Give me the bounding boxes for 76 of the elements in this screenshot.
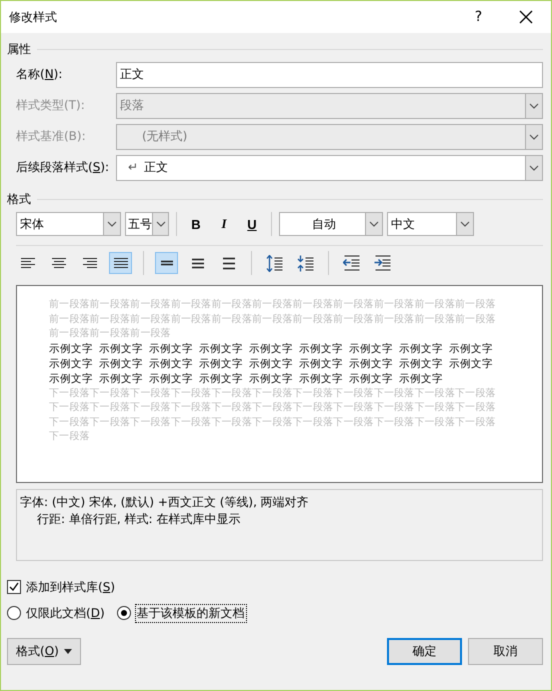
dialog-button[interactable]: 取消 [468,638,543,665]
chevron-down-icon [529,102,539,108]
space-increase-icon [266,254,283,272]
font-dropdown[interactable]: 宋体 [16,212,121,236]
sample-text: 示例文字 [299,356,343,372]
sample-text: 示例文字 [99,372,143,386]
window-title: 修改样式 [9,8,58,26]
sample-text: 示例文字 [249,356,293,372]
format-menu-button[interactable]: 格式(O) [7,638,81,665]
language-dropdown[interactable]: 中文 [387,212,474,236]
align-right-icon [82,257,96,269]
dialog-button[interactable]: 确定 [387,638,462,665]
chevron-down-icon [529,164,539,170]
sample-text: 示例文字 [149,372,193,386]
chevron-down-icon [156,221,166,227]
chevron-down-icon [369,221,379,227]
next-paragraph-text: 下一段落下一段落下一段落下一段落下一段落下一段落下一段落下一段落下一段落下一段落下一段落下一段落下一段落下一段落下一段落下一段落下一段落下一段落下一段落下一段落下一段落下一段落下一段落下一段落下一段落下一段落下一段落下一段落下一段落下一段落下一段落下一段落下一段落下一段落 [49,386,497,444]
field-label: 名称(N): [16,66,64,83]
sample-text: 示例文字 [149,356,193,372]
sample-text: 示例文字 [49,372,93,386]
paragraph-button[interactable] [155,252,178,274]
section-heading: 格式 [7,190,31,208]
text-style-button[interactable]: B [184,213,208,235]
previous-paragraph-text: 前一段落前一段落前一段落前一段落前一段落前一段落前一段落前一段落前一段落前一段落前一段落前一段落前一段落前一段落前一段落前一段落前一段落前一段落前一段落前一段落前一段落前一段落前一段落前一段落前一段落 [49,298,497,341]
sample-text: 示例文字 [399,372,443,386]
sample-text: 示例文字 [449,342,493,356]
add-to-gallery-checkbox[interactable]: 添加到样式库(S) [7,577,115,597]
sample-text: 示例文字 [99,342,143,356]
chevron-down-icon [529,134,539,140]
field-label: 样式类型(T): [16,97,86,114]
sample-text: 示例文字 [199,372,243,386]
text-style-button[interactable]: U [240,213,264,235]
sample-text: 示例文字 [249,372,293,386]
justify-icon [114,257,128,269]
radio-option[interactable]: 基于该模板的新文档 [116,602,246,624]
sample-text: 示例文字 [49,356,93,372]
sample-text: 示例文字 [349,372,393,386]
sample-text: 示例文字 [199,342,243,356]
align-left-icon [20,257,34,269]
spacing-double-icon [222,256,234,270]
close-icon [519,10,533,24]
text-style-button[interactable]: I [212,213,236,235]
spacing-single-icon [160,260,172,266]
indent-decrease-icon [343,254,360,272]
spacing-medium-icon [192,258,204,268]
name-field[interactable]: 正文 [116,62,543,88]
field-label: 后续段落样式(S): [16,159,110,176]
checkbox[interactable] [7,580,21,594]
sample-text: 示例文字 [49,342,93,356]
chevron-down-icon [460,221,470,227]
sample-text: 示例文字 [99,356,143,372]
sample-text: 示例文字 [399,356,443,372]
color-dropdown[interactable]: 自动 [279,212,383,236]
section-heading: 属性 [7,40,31,58]
sample-text: 示例文字 [299,372,343,386]
sample-text: 示例文字 [399,342,443,356]
description-text: 行距: 单倍行距, 样式: 在样式库中显示 [37,512,240,526]
sample-text: 示例文字 [349,356,393,372]
size-dropdown[interactable]: 五号 [125,212,169,236]
radio-option[interactable]: 仅限此文档(D) [7,602,105,624]
help-button[interactable]: ? [456,1,501,33]
caret-icon [64,649,72,654]
chevron-down-icon [107,221,117,227]
space-decrease-icon [297,254,314,272]
sample-text: 示例文字 [249,342,293,356]
sample-text: 示例文字 [199,356,243,372]
indent-increase-icon [374,254,391,272]
sample-text: 示例文字 [299,342,343,356]
align-center-icon [52,257,66,269]
field-label: 样式基准(B): [16,128,87,145]
sample-text: 示例文字 [149,342,193,356]
dropdown[interactable]: ↵ 正文 [116,154,543,180]
sample-text: 示例文字 [349,342,393,356]
sample-text: 示例文字 [449,356,493,372]
paragraph-button[interactable] [109,252,132,274]
description-text: 字体: (中文) 宋体, (默认) +西文正文 (等线), 两端对齐 [20,495,309,509]
